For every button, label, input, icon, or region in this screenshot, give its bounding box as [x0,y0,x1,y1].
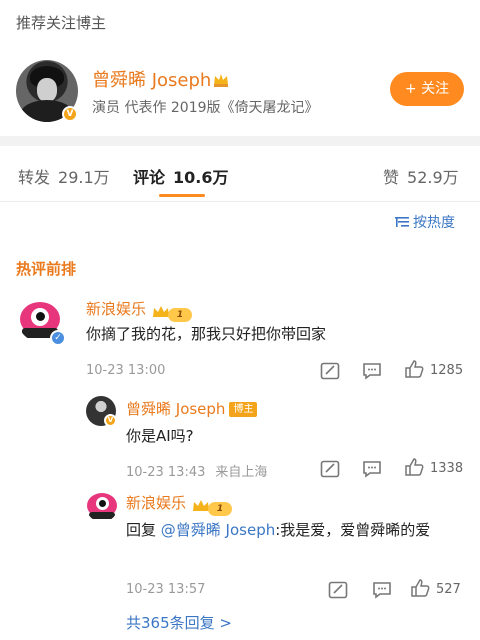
author-badge: 博主 [229,402,258,417]
member-level-badge: 1 [192,497,233,516]
crown-icon [214,74,229,87]
view-all-replies-link[interactable]: 共365条回复 > [126,612,232,633]
comment-time: 10-23 13:00 [86,363,166,378]
active-tab-underline [159,194,205,197]
blogger-description: 演员 代表作 2019版《倚天屠龙记》 [92,100,319,116]
verified-badge-icon: V [104,414,117,427]
repost-icon[interactable] [320,362,340,380]
comment-text: 你摘了我的花，那我只好把你带回家 [86,325,327,343]
comment-icon[interactable] [362,460,382,478]
section-header: 推荐关注博主 [0,0,480,50]
member-level-badge: 1 [152,303,193,322]
like-icon[interactable] [404,360,424,378]
reply-text-body: :我是爱，爱曾舜晞的爱 [275,521,431,539]
reply-location: 来自上海 [215,465,268,480]
recommended-blogger-card[interactable]: V 曾舜晞 Joseph 演员 代表作 2019版《倚天屠龙记》 + 关注 [0,50,480,136]
tab-likes-count: 52.9万 [407,168,459,187]
section-title: 推荐关注博主 [16,14,107,32]
like-count: 1285 [430,363,464,378]
blogger-name[interactable]: 曾舜晞 Joseph [92,66,229,92]
reply-time: 10-23 13:43 [126,465,206,480]
reply-username-text: 新浪娱乐 [126,494,187,512]
reply-meta: 10-23 13:43 来自上海 [126,461,267,480]
tab-comments-label: 评论 [133,168,166,187]
verified-badge-icon: ✓ [50,330,66,346]
mention-link[interactable]: @曾舜晞 Joseph [161,521,275,539]
reply-prefix: 回复 [126,521,161,539]
sort-label: 按热度 [413,215,455,231]
like-count: 1338 [430,461,464,476]
comment-username-text: 新浪娱乐 [86,300,147,318]
level-number: 1 [168,308,193,322]
repost-icon[interactable] [320,460,340,478]
tab-likes[interactable]: 赞 52.9万 [383,164,459,188]
reply-username[interactable]: 曾舜晞 Joseph 博主 [126,398,258,419]
like-count: 527 [436,582,461,597]
tab-comments-count: 10.6万 [173,168,229,187]
interaction-tabs: 转发 29.1万 评论 10.6万 赞 52.9万 [0,146,480,202]
repost-icon[interactable] [328,581,348,599]
comment-icon[interactable] [372,581,392,599]
blogger-name-text: 曾舜晞 Joseph [92,70,212,91]
hot-comments-title: 热评前排 [16,260,77,278]
reply-text: 你是AI吗? [126,427,194,445]
reply-username[interactable]: 新浪娱乐 1 [126,492,233,516]
comment-icon[interactable] [362,362,382,380]
follow-button[interactable]: + 关注 [390,72,464,106]
level-number: 1 [208,502,233,516]
verified-badge-icon: V [62,106,78,122]
tab-likes-label: 赞 [383,168,400,187]
reply-avatar-sina[interactable] [86,490,118,522]
like-icon[interactable] [410,579,430,597]
reply-time: 10-23 13:57 [126,582,206,597]
tab-reposts[interactable]: 转发 29.1万 [18,164,110,188]
tab-comments[interactable]: 评论 10.6万 [133,164,229,188]
tab-reposts-label: 转发 [18,168,51,187]
comment-username[interactable]: 新浪娱乐 1 [86,298,193,322]
reply-text: 回复 @曾舜晞 Joseph:我是爱，爱曾舜晞的爱 [126,518,466,543]
section-divider [0,136,480,146]
sort-by-hot-button[interactable]: 按热度 [395,212,455,232]
tab-reposts-count: 29.1万 [58,168,110,187]
sort-icon [395,217,409,227]
like-icon[interactable] [404,458,424,476]
reply-username-text: 曾舜晞 Joseph [126,400,226,418]
